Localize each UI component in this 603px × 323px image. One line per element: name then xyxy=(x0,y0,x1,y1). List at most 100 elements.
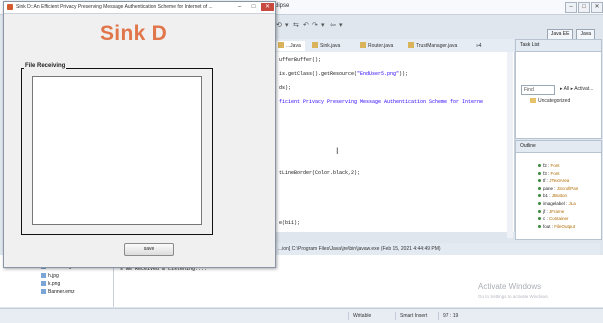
ide-maximize-button[interactable]: □ xyxy=(578,2,590,13)
code-line: ficient Privacy Preserving Message Authe… xyxy=(279,99,483,105)
toolbar-dropdown-icon[interactable]: ▾ xyxy=(285,21,289,29)
field-icon xyxy=(538,217,541,221)
outline-item-name: imagelabel xyxy=(543,200,565,206)
outline-item-name: c xyxy=(543,216,546,222)
text-cursor-icon: I xyxy=(336,146,339,156)
maximize-button[interactable]: □ xyxy=(247,3,260,11)
field-icon xyxy=(538,201,541,205)
editor-tab-router[interactable]: Router.java xyxy=(356,41,397,51)
console-process-label: ...ion] C:\Program Files\Java\jre\bin\ja… xyxy=(278,246,441,252)
java-file-icon xyxy=(312,42,318,48)
task-activate-label: Activat... xyxy=(574,86,594,92)
editor-tab-overflow[interactable]: »4 xyxy=(472,41,486,51)
sink-window-titlebar[interactable]: Sink D::An Efficient Privacy Preserving … xyxy=(4,2,275,14)
editor-tab-label: ...Java xyxy=(286,43,301,49)
outline-item-name: f3 xyxy=(543,170,547,176)
java-app-icon xyxy=(7,4,13,10)
code-line: tLineBorder(Color.black,2); xyxy=(279,170,361,176)
outline-item[interactable]: f3 : Font xyxy=(538,170,578,178)
minimize-button[interactable]: – xyxy=(233,3,246,11)
status-cursor-position: 97 : 19 xyxy=(438,312,458,320)
code-line: ds); xyxy=(279,85,292,91)
outline-item[interactable]: imagelabel : JLa xyxy=(538,200,578,208)
outline-item-type: JTextArea xyxy=(549,178,570,184)
file-item[interactable]: Banner.emz xyxy=(41,289,75,295)
outline-item[interactable]: tf : JTextArea xyxy=(538,177,578,185)
outline-item[interactable]: jf : JFrame xyxy=(538,208,578,216)
outline-item-type: FileOutput xyxy=(554,223,576,229)
editor-tab-label: Sink.java xyxy=(320,43,341,49)
close-button[interactable]: ✕ xyxy=(261,3,274,11)
status-bar: Writable Smart Insert 97 : 19 xyxy=(0,308,603,323)
windows-activation-watermark: Activate Windows xyxy=(478,282,542,291)
field-icon xyxy=(538,194,541,198)
code-string: "EndUser5.png" xyxy=(357,71,400,77)
outline-item-name: jf xyxy=(543,208,546,214)
toolbar-back-icon[interactable]: ↶ xyxy=(303,21,309,29)
file-item[interactable]: k.png xyxy=(41,281,60,287)
status-insert-mode: Smart Insert xyxy=(395,312,427,320)
outline-view: Outline f2 : Font f3 : Font tf : JTextAr… xyxy=(515,140,602,240)
sink-heading: Sink D xyxy=(100,22,168,45)
toolbar-sync-icon[interactable]: ⇆ xyxy=(293,21,299,29)
sink-d-window: Sink D::An Efficient Privacy Preserving … xyxy=(3,1,276,268)
java-file-icon xyxy=(360,42,366,48)
ide-minimize-button[interactable]: – xyxy=(565,2,577,13)
java-file-icon xyxy=(408,42,414,48)
outline-item[interactable]: pane : JScrollPan xyxy=(538,185,578,193)
outline-item-type: JLa xyxy=(568,200,576,206)
perspective-switcher: Java EE Java xyxy=(546,28,595,40)
editor-tab-label: TrustManager.java xyxy=(416,43,458,49)
editor-tab-sink[interactable]: Sink.java xyxy=(308,41,344,51)
outline-item[interactable]: b1 : JButton xyxy=(538,192,578,200)
outline-item-type: Font xyxy=(550,170,560,176)
task-category-uncategorized[interactable]: Uncategorized xyxy=(530,98,570,104)
toolbar-nav-icon[interactable]: ⇦ xyxy=(330,21,336,29)
toolbar-refresh-icon[interactable]: ⟲ xyxy=(276,21,282,29)
field-icon xyxy=(538,186,541,190)
outline-item-name: pane xyxy=(543,185,554,191)
task-list-view: Task List Find ▸ All ▸ Activat... Uncate… xyxy=(515,39,602,139)
toolbar-dropdown-icon[interactable]: ▾ xyxy=(321,21,325,29)
task-list-title: Task List xyxy=(520,42,540,48)
editor-tab-trustmanager[interactable]: TrustManager.java xyxy=(404,41,461,51)
status-writable: Writable xyxy=(348,312,371,320)
package-explorer: Attacked.gif h.jpg k.png Banner.emz xyxy=(3,262,114,307)
code-string: ficient Privacy Preserving Message Authe… xyxy=(279,99,484,105)
perspective-javaee-button[interactable]: Java EE xyxy=(546,28,574,40)
toolbar-forward-icon[interactable]: ↷ xyxy=(312,21,318,29)
code-editor[interactable]: ufferBuffer(); is.getClass().getResource… xyxy=(274,52,515,232)
ide-close-button[interactable]: ✕ xyxy=(591,2,603,13)
task-find-input[interactable]: Find xyxy=(521,85,555,95)
outline-item-type: Container xyxy=(549,216,569,222)
outline-item[interactable]: fout : FileOutput xyxy=(538,223,578,231)
outline-item-name: tf xyxy=(543,178,546,184)
sink-window-title: Sink D::An Efficient Privacy Preserving … xyxy=(16,4,213,10)
editor-tab-bar: ...Java Sink.java Router.java TrustManag… xyxy=(274,39,514,53)
save-button[interactable]: save xyxy=(124,243,174,256)
outline-title: Outline xyxy=(520,143,536,149)
editor-tab-active[interactable]: ...Java xyxy=(274,41,305,51)
outline-item[interactable]: c : Container xyxy=(538,215,578,223)
outline-item-name: b1 xyxy=(543,193,549,199)
outline-item[interactable]: f2 : Font xyxy=(538,162,578,170)
field-icon xyxy=(538,224,541,228)
editor-scrollbar[interactable] xyxy=(507,52,513,238)
field-icon xyxy=(538,209,541,213)
toolbar-dropdown-icon[interactable]: ▾ xyxy=(339,21,343,29)
file-receiving-textarea[interactable] xyxy=(32,76,202,225)
code-token: is.getClass().getResource( xyxy=(279,71,358,77)
code-token: )); xyxy=(399,71,409,77)
file-item[interactable]: h.jpg xyxy=(41,273,59,279)
outline-item-type: Font xyxy=(550,163,560,168)
file-receiving-label: File Receiving xyxy=(24,63,67,69)
task-filter-all[interactable]: ▸ All ▸ Activat... xyxy=(560,86,593,92)
windows-activation-subtext: Go to Settings to activate Windows. xyxy=(478,294,550,299)
outline-list: f2 : Font f3 : Font tf : JTextArea pane … xyxy=(538,162,578,230)
outline-item-name: fout xyxy=(543,223,551,229)
perspective-java-button[interactable]: Java xyxy=(576,28,595,40)
task-filter-all-label: All xyxy=(563,86,570,92)
java-file-icon xyxy=(278,42,284,48)
editor-tab-label: Router.java xyxy=(368,43,394,49)
outline-item-type: JScrollPan xyxy=(556,185,579,191)
